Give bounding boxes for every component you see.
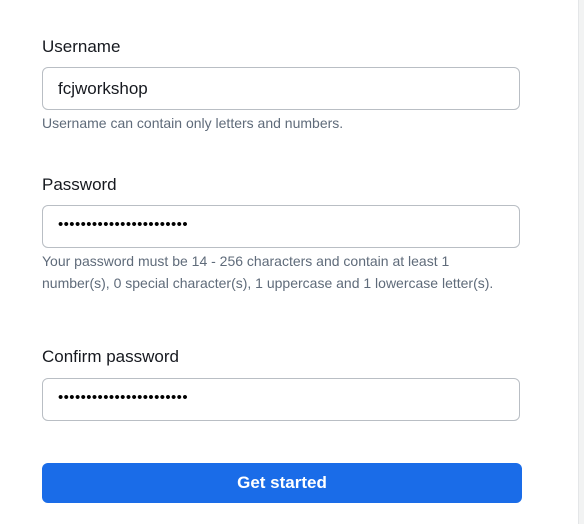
- confirm-password-field[interactable]: •••••••••••••••••••••••: [42, 378, 520, 421]
- password-label: Password: [42, 175, 117, 194]
- password-masked-value: •••••••••••••••••••••••: [58, 216, 188, 233]
- confirm-password-masked-value: •••••••••••••••••••••••: [58, 389, 188, 406]
- username-label: Username: [42, 37, 121, 56]
- confirm-password-label: Confirm password: [42, 347, 179, 366]
- username-value: fcjworkshop: [58, 79, 148, 98]
- username-hint: Username can contain only letters and nu…: [42, 115, 344, 131]
- username-field[interactable]: fcjworkshop: [42, 67, 520, 110]
- password-field[interactable]: •••••••••••••••••••••••: [42, 205, 520, 248]
- get-started-button[interactable]: Get started: [42, 463, 522, 503]
- signup-form-panel: Username fcjworkshop Username can contai…: [0, 0, 579, 524]
- password-hint: Your password must be 14 - 256 character…: [42, 253, 494, 291]
